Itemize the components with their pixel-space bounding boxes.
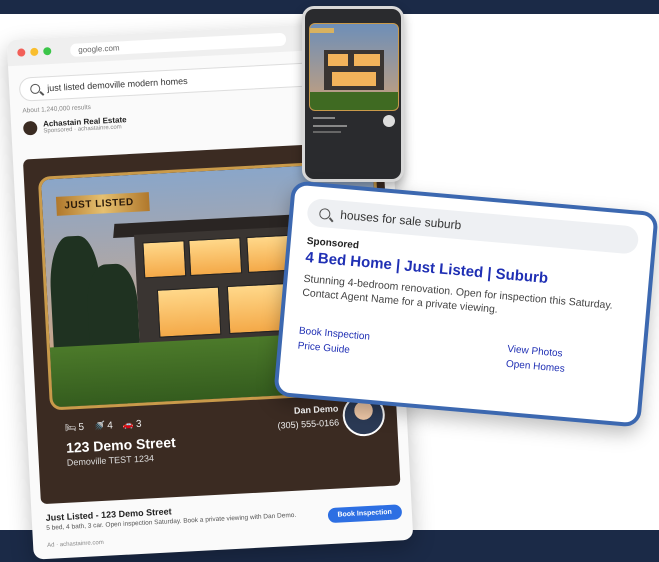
search-query: just listed demoville modern homes xyxy=(46,75,188,94)
bed-icon: 🛏 xyxy=(64,422,77,433)
phone-mockup xyxy=(302,6,404,182)
advertiser-logo xyxy=(22,120,38,136)
sitelink-view-photos[interactable]: View Photos xyxy=(507,344,567,360)
beds-feature: 🛏5 xyxy=(64,421,85,434)
baths-feature: 🚿4 xyxy=(93,420,114,432)
car-icon: 🚗 xyxy=(122,419,135,430)
sitelinks: Book Inspection Price Guide View Photos … xyxy=(297,326,626,380)
agent-phone[interactable]: (305) 555-0166 xyxy=(277,417,339,430)
listing-features: 🛏5 🚿4 🚗3 xyxy=(65,419,142,434)
sitelink-open-homes[interactable]: Open Homes xyxy=(506,359,566,375)
search-icon xyxy=(29,83,41,95)
book-inspection-button[interactable]: Book Inspection xyxy=(327,504,403,524)
cars-feature: 🚗3 xyxy=(122,418,142,431)
sitelinks-left: Book Inspection Price Guide xyxy=(297,326,370,358)
listing-street: 123 Demo Street xyxy=(65,434,177,456)
phone-badge xyxy=(310,28,334,33)
sitelink-price-guide[interactable]: Price Guide xyxy=(297,341,369,358)
ad-display-url: Ad · achastainre.com xyxy=(47,539,104,549)
minimize-window-icon[interactable] xyxy=(30,47,39,57)
sitelinks-right: View Photos Open Homes xyxy=(506,344,567,375)
popup-search-query: houses for sale suburb xyxy=(339,207,462,233)
address-bar[interactable]: google.com xyxy=(69,32,287,57)
search-icon xyxy=(318,207,331,220)
search-ad-popup: houses for sale suburb Sponsored 4 Bed H… xyxy=(273,180,659,428)
maximize-window-icon[interactable] xyxy=(43,46,52,56)
listing-suburb: Demoville TEST 1234 xyxy=(66,453,155,468)
sitelink-book-inspection[interactable]: Book Inspection xyxy=(299,326,371,343)
agent-name: Dan Demo xyxy=(293,403,339,416)
close-window-icon[interactable] xyxy=(17,48,26,57)
bath-icon: 🚿 xyxy=(93,420,106,432)
phone-listing-photo xyxy=(309,23,399,111)
phone-agent-avatar xyxy=(383,115,395,127)
